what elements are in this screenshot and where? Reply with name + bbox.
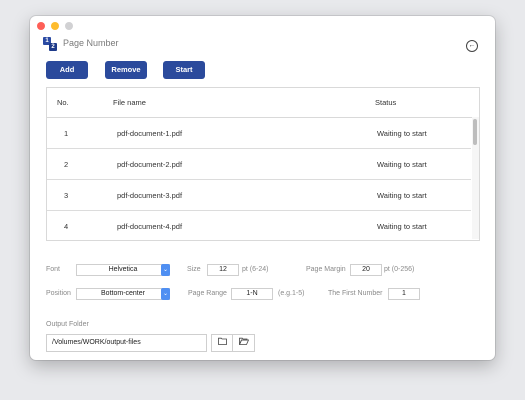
chevron-down-icon: ⌄ bbox=[161, 264, 170, 276]
font-select[interactable]: Helvetica ⌄ bbox=[76, 264, 170, 276]
header-file-name: File name bbox=[113, 98, 146, 107]
table-row[interactable]: 1 pdf-document-1.pdf Waiting to start bbox=[47, 118, 471, 149]
chevron-down-icon: ⌄ bbox=[161, 288, 170, 300]
back-arrow-icon[interactable]: ← bbox=[466, 40, 478, 52]
row-status: Waiting to start bbox=[377, 222, 427, 231]
table-row[interactable]: 3 pdf-document-3.pdf Waiting to start bbox=[47, 180, 471, 211]
app-window: 1 2 Page Number ← Add Remove Start No. F… bbox=[30, 16, 495, 360]
table-scrollbar[interactable] bbox=[472, 117, 479, 239]
table-row[interactable]: 2 pdf-document-2.pdf Waiting to start bbox=[47, 149, 471, 180]
page-margin-hint: pt (0-256) bbox=[384, 266, 415, 273]
folder-icon[interactable] bbox=[211, 334, 234, 352]
font-label: Font bbox=[46, 266, 61, 273]
row-status: Waiting to start bbox=[377, 129, 427, 138]
row-status: Waiting to start bbox=[377, 191, 427, 200]
size-hint: pt (6-24) bbox=[242, 266, 269, 273]
close-window-button[interactable] bbox=[37, 22, 45, 30]
remove-button[interactable]: Remove bbox=[105, 61, 147, 79]
size-input[interactable]: 12 bbox=[207, 264, 239, 276]
row-file-name: pdf-document-3.pdf bbox=[117, 191, 183, 200]
row-file-name: pdf-document-2.pdf bbox=[117, 160, 183, 169]
minimize-window-button[interactable] bbox=[51, 22, 59, 30]
window-controls bbox=[37, 22, 73, 30]
row-no: 3 bbox=[64, 191, 69, 200]
page-number-app-icon: 1 2 bbox=[43, 37, 58, 52]
page-range-hint: (e.g.1-5) bbox=[278, 290, 305, 297]
page-range-input[interactable]: 1-N bbox=[231, 288, 273, 300]
row-no: 1 bbox=[64, 129, 69, 138]
row-file-name: pdf-document-4.pdf bbox=[117, 222, 183, 231]
row-file-name: pdf-document-1.pdf bbox=[117, 129, 183, 138]
output-folder-input[interactable]: /Volumes/WORK/output-files bbox=[46, 334, 207, 352]
position-label: Position bbox=[46, 290, 71, 297]
first-number-input[interactable]: 1 bbox=[388, 288, 420, 300]
row-no: 2 bbox=[64, 160, 69, 169]
page-margin-label: Page Margin bbox=[306, 266, 346, 273]
add-button[interactable]: Add bbox=[46, 61, 88, 79]
first-number-label: The First Number bbox=[328, 290, 383, 297]
size-label: Size bbox=[187, 266, 201, 273]
page-margin-input[interactable]: 20 bbox=[350, 264, 382, 276]
position-select-value: Bottom-center bbox=[101, 290, 145, 297]
font-select-value: Helvetica bbox=[108, 266, 138, 273]
table-header: No. File name Status bbox=[47, 88, 479, 118]
position-select[interactable]: Bottom-center ⌄ bbox=[76, 288, 170, 300]
row-no: 4 bbox=[64, 222, 69, 231]
app-title: Page Number bbox=[63, 38, 119, 48]
scrollbar-thumb[interactable] bbox=[473, 119, 477, 145]
table-row[interactable]: 4 pdf-document-4.pdf Waiting to start bbox=[47, 211, 471, 240]
row-status: Waiting to start bbox=[377, 160, 427, 169]
zoom-window-button[interactable] bbox=[65, 22, 73, 30]
page-range-label: Page Range bbox=[188, 290, 227, 297]
file-table: No. File name Status 1 pdf-document-1.pd… bbox=[46, 87, 480, 241]
header-status: Status bbox=[375, 98, 397, 107]
start-button[interactable]: Start bbox=[163, 61, 205, 79]
output-folder-label: Output Folder bbox=[46, 321, 89, 328]
open-folder-icon[interactable] bbox=[232, 334, 255, 352]
header-no: No. bbox=[57, 98, 69, 107]
